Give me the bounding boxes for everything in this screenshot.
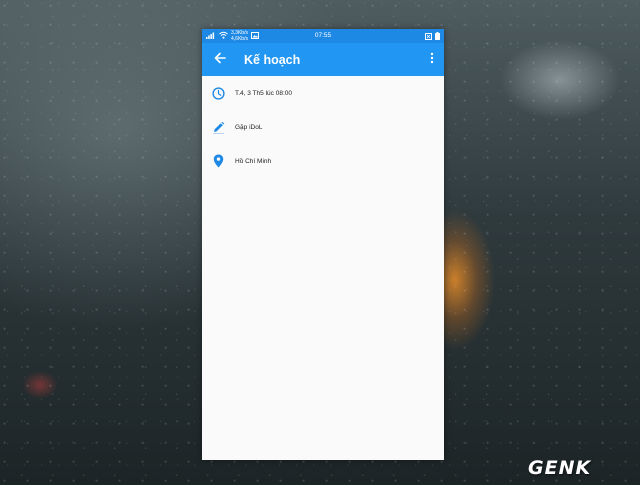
phone-screen: 3,3Kb/s 4,6Kb/s 07:55 Kế hoạch T.4, 3 Th… — [202, 29, 444, 460]
overflow-menu-button[interactable] — [424, 49, 440, 71]
battery-icon — [435, 32, 440, 42]
status-bar: 3,3Kb/s 4,6Kb/s 07:55 — [202, 29, 444, 43]
plan-title-row[interactable]: Gặp iDoL — [202, 110, 444, 144]
status-right-group — [425, 32, 440, 42]
plan-location-row[interactable]: Hồ Chí Minh — [202, 144, 444, 178]
plan-title-text: Gặp iDoL — [235, 123, 263, 131]
back-button[interactable] — [209, 49, 231, 71]
plan-time-text: T.4, 3 Th5 lúc 08:00 — [235, 89, 292, 97]
location-pin-icon — [203, 154, 233, 168]
clock-icon — [203, 86, 233, 100]
app-bar: Kế hoạch — [202, 43, 444, 76]
more-vert-icon — [430, 51, 434, 69]
genk-logo-watermark: GENK — [528, 457, 592, 479]
sim-icon — [425, 32, 432, 42]
plan-details: T.4, 3 Th5 lúc 08:00 Gặp iDoL Hồ Chí Min… — [202, 76, 444, 178]
plan-time-row[interactable]: T.4, 3 Th5 lúc 08:00 — [202, 76, 444, 110]
plan-location-text: Hồ Chí Minh — [235, 157, 272, 165]
page-title: Kế hoạch — [244, 52, 301, 67]
status-time: 07:55 — [314, 32, 332, 39]
pencil-icon — [203, 121, 233, 134]
arrow-back-icon — [214, 51, 226, 69]
